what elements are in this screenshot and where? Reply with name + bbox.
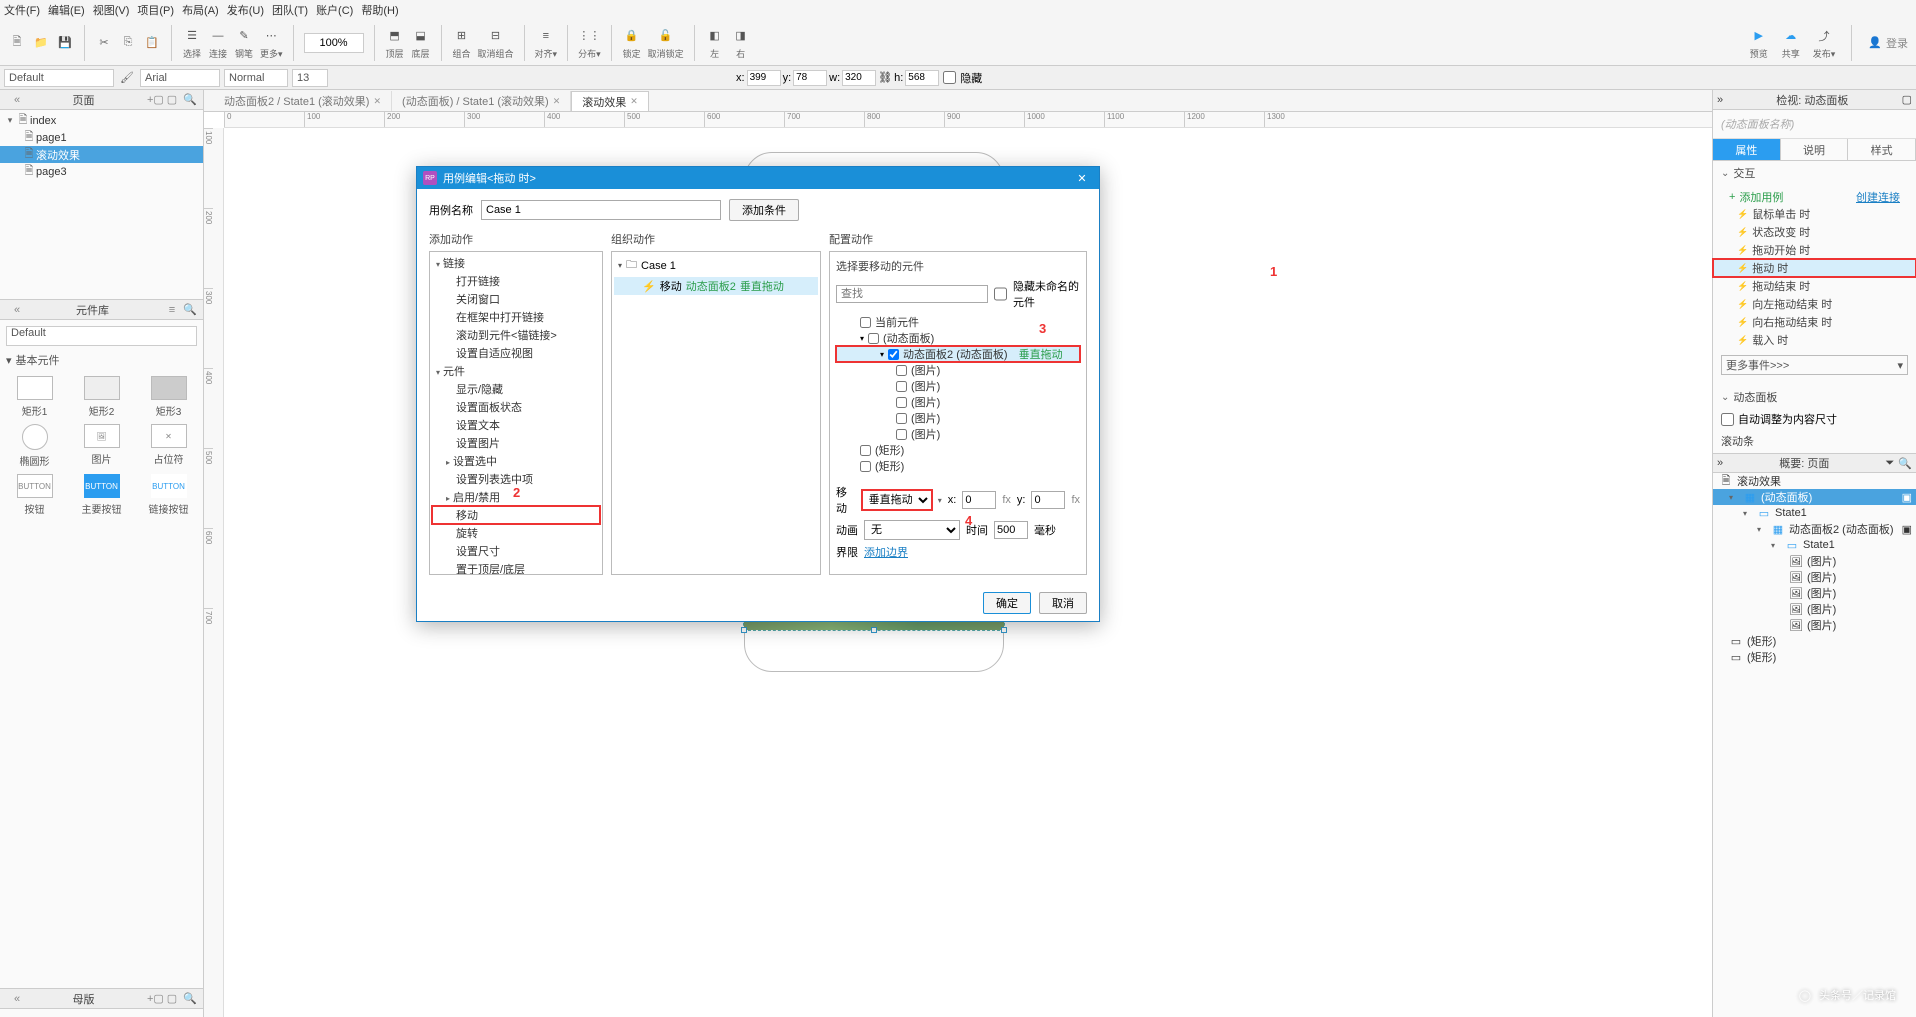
dialog-title: 用例编辑<拖动 时>: [443, 170, 536, 186]
anim-select[interactable]: 无: [864, 520, 960, 540]
cfg-search-input[interactable]: [836, 285, 988, 303]
action-bring-front[interactable]: 置于顶层/底层: [432, 560, 600, 575]
action-cat-link[interactable]: 链接: [432, 254, 600, 272]
close-icon[interactable]: ✕: [1071, 172, 1093, 185]
action-panel-state[interactable]: 设置面板状态: [432, 398, 600, 416]
fx-button[interactable]: fx: [1071, 494, 1080, 506]
org-move-action[interactable]: ⚡ 移动 动态面板2 垂直拖动: [614, 277, 818, 295]
dialog-titlebar[interactable]: RP 用例编辑<拖动 时> ✕: [417, 167, 1099, 189]
configure-header: 配置动作: [829, 231, 1087, 247]
fx-button[interactable]: fx: [1002, 494, 1011, 506]
case-editor-dialog: RP 用例编辑<拖动 时> ✕ 用例名称 添加条件 添加动作 链接 打开链接 关…: [416, 166, 1100, 622]
action-set-selected[interactable]: 设置选中: [432, 452, 600, 470]
annotation-1: 1: [1270, 264, 1277, 279]
cancel-button[interactable]: 取消: [1039, 592, 1087, 614]
case-name-label: 用例名称: [429, 202, 473, 218]
case-icon: 🗀: [626, 256, 637, 275]
org-case[interactable]: 🗀Case 1: [614, 254, 818, 277]
organize-tree: 🗀Case 1 ⚡ 移动 动态面板2 垂直拖动: [611, 251, 821, 575]
bounds-label: 界限: [836, 544, 858, 560]
action-scroll-to[interactable]: 滚动到元件<锚链接>: [432, 326, 600, 344]
organize-header: 组织动作: [611, 231, 821, 247]
action-set-size[interactable]: 设置尺寸: [432, 542, 600, 560]
action-close-window[interactable]: 关闭窗口: [432, 290, 600, 308]
configure-box: 选择要移动的元件 隐藏未命名的元件 当前元件 ▾(动态面板) ▾动态面板2 (动…: [829, 251, 1087, 575]
cfg-widget-tree: 当前元件 ▾(动态面板) ▾动态面板2 (动态面板) 垂直拖动 (图片) (图片…: [836, 314, 1080, 474]
action-cat-widget[interactable]: 元件: [432, 362, 600, 380]
add-bounds-link[interactable]: 添加边界: [864, 544, 908, 560]
cfg-dp2[interactable]: ▾动态面板2 (动态面板) 垂直拖动: [836, 346, 1080, 362]
time-input[interactable]: [994, 521, 1028, 539]
move-mode-select[interactable]: 垂直拖动: [862, 490, 932, 510]
app-icon: RP: [423, 171, 437, 185]
cfg-rect1[interactable]: (矩形): [836, 442, 1080, 458]
annotation-2: 2: [513, 485, 520, 500]
hide-unnamed-checkbox[interactable]: [994, 285, 1007, 303]
move-y-input[interactable]: [1031, 491, 1065, 509]
logo-icon: ◯: [1799, 989, 1811, 1002]
action-set-text[interactable]: 设置文本: [432, 416, 600, 434]
action-tree: 链接 打开链接 关闭窗口 在框架中打开链接 滚动到元件<锚链接> 设置自适应视图…: [429, 251, 603, 575]
action-rotate[interactable]: 旋转: [432, 524, 600, 542]
cfg-img4[interactable]: (图片): [836, 410, 1080, 426]
action-move[interactable]: 移动: [432, 506, 600, 524]
action-show-hide[interactable]: 显示/隐藏: [432, 380, 600, 398]
move-label: 移动: [836, 484, 856, 516]
case-name-input[interactable]: [481, 200, 721, 220]
cfg-img3[interactable]: (图片): [836, 394, 1080, 410]
cfg-title: 选择要移动的元件: [836, 258, 1080, 274]
annotation-4: 4: [965, 513, 972, 528]
anim-label: 动画: [836, 522, 858, 538]
action-set-image[interactable]: 设置图片: [432, 434, 600, 452]
dialog-overlay: RP 用例编辑<拖动 时> ✕ 用例名称 添加条件 添加动作 链接 打开链接 关…: [0, 0, 1916, 1017]
ms-label: 毫秒: [1034, 522, 1056, 538]
ok-button[interactable]: 确定: [983, 592, 1031, 614]
cfg-img1[interactable]: (图片): [836, 362, 1080, 378]
cfg-img2[interactable]: (图片): [836, 378, 1080, 394]
cfg-rect2[interactable]: (矩形): [836, 458, 1080, 474]
chevron-down-icon: ▾: [938, 496, 942, 505]
add-condition-button[interactable]: 添加条件: [729, 199, 799, 221]
add-action-header: 添加动作: [429, 231, 603, 247]
action-open-in-frame[interactable]: 在框架中打开链接: [432, 308, 600, 326]
bolt-icon: ⚡: [642, 280, 656, 293]
move-x-input[interactable]: [962, 491, 996, 509]
annotation-3: 3: [1039, 321, 1046, 336]
action-adaptive-view[interactable]: 设置自适应视图: [432, 344, 600, 362]
watermark: ◯头条号／记录馆: [1799, 987, 1896, 1003]
action-open-link[interactable]: 打开链接: [432, 272, 600, 290]
cfg-img5[interactable]: (图片): [836, 426, 1080, 442]
hide-unnamed-label: 隐藏未命名的元件: [1013, 278, 1080, 310]
